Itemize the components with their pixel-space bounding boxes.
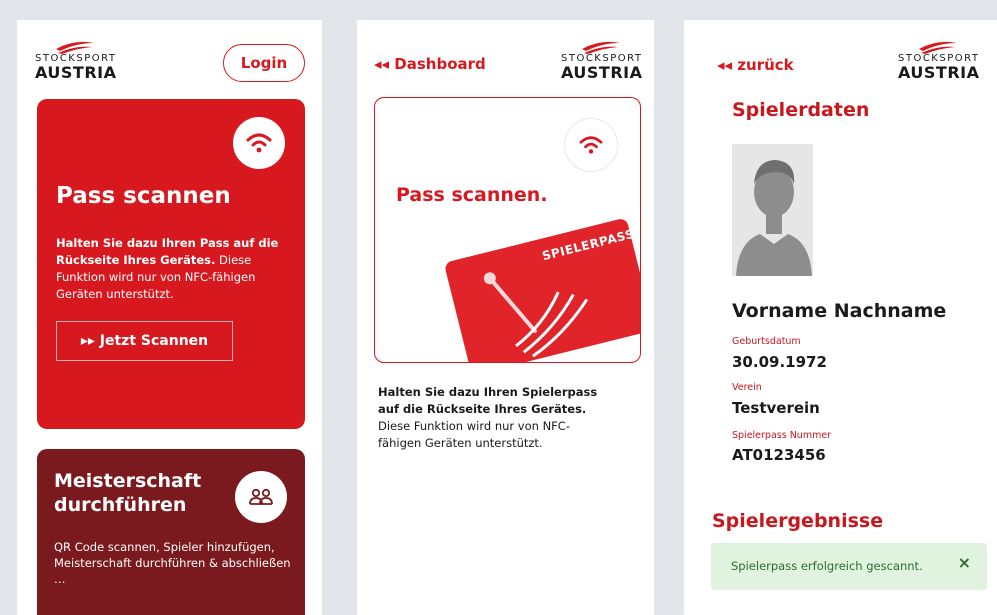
- phone-screen-player-data: ◂◂ zurück STOCKSPORT AUSTRIA Spielerdate…: [678, 0, 997, 615]
- login-button[interactable]: Login: [223, 44, 305, 82]
- back-to-dashboard-link[interactable]: ◂◂ Dashboard: [374, 55, 486, 73]
- back-link[interactable]: ◂◂ zurück: [717, 56, 794, 74]
- stocksport-logo: STOCKSPORT AUSTRIA: [561, 40, 643, 82]
- pass-number-label: Spielerpass Nummer: [732, 430, 832, 441]
- club-value: Testverein: [732, 399, 820, 417]
- logo-swoosh-icon: [56, 41, 94, 54]
- phone-screen-pass-scan: ◂◂ Dashboard STOCKSPORT AUSTRIA Pass sca…: [339, 0, 670, 615]
- player-name: Vorname Nachname: [732, 300, 947, 322]
- player-avatar: [732, 144, 813, 276]
- player-pass-card-icon: [445, 219, 640, 362]
- birthdate-value: 30.09.1972: [732, 353, 827, 371]
- logo-swoosh-icon: [919, 41, 957, 54]
- phone-screen-dashboard: STOCKSPORT AUSTRIA Login Pass scannen Ha…: [0, 0, 329, 615]
- logo-text-bottom: AUSTRIA: [898, 63, 980, 82]
- toast-message: Spielerpass erfolgreich gescannt.: [731, 559, 923, 573]
- birthdate-label: Geburtsdatum: [732, 336, 801, 347]
- championship-title: Meisterschaft durchführen: [54, 470, 202, 516]
- screen-player-data: ◂◂ zurück STOCKSPORT AUSTRIA Spielerdate…: [684, 20, 997, 615]
- championship-description: QR Code scannen, Spieler hinzufügen, Mei…: [54, 540, 291, 586]
- pass-scan-title: Pass scannen: [56, 183, 231, 209]
- avatar-silhouette-icon: [732, 144, 813, 276]
- start-scan-button[interactable]: ▸▸ Jetzt Scannen: [56, 321, 233, 361]
- pass-scan-description: Halten Sie dazu Ihren Pass auf die Rücks…: [56, 235, 288, 303]
- success-toast: Spielerpass erfolgreich gescannt. ×: [711, 543, 987, 590]
- stocksport-logo: STOCKSPORT AUSTRIA: [898, 40, 980, 82]
- pass-number-value: AT0123456: [732, 446, 826, 464]
- stocksport-logo: STOCKSPORT AUSTRIA: [35, 40, 117, 82]
- pass-scan-illustration-box: Pass scannen. SPIELERPASS: [374, 97, 641, 363]
- logo-text-bottom: AUSTRIA: [561, 63, 643, 82]
- toast-close-icon[interactable]: ×: [958, 553, 971, 572]
- pass-scan-desc-rest: Diese Funktion wird nur von NFC-fähigen …: [378, 419, 570, 450]
- pass-scan-desc-bold: Halten Sie dazu Ihren Spielerpass auf di…: [378, 385, 598, 416]
- championship-card[interactable]: Meisterschaft durchführen QR Code scanne…: [37, 449, 305, 615]
- pass-scan-card[interactable]: Pass scannen Halten Sie dazu Ihren Pass …: [37, 99, 305, 429]
- pass-scan-description: Halten Sie dazu Ihren Spielerpass auf di…: [378, 384, 610, 452]
- screen-pass-scan: ◂◂ Dashboard STOCKSPORT AUSTRIA Pass sca…: [357, 20, 654, 615]
- screen-dashboard: STOCKSPORT AUSTRIA Login Pass scannen Ha…: [17, 20, 322, 615]
- player-data-heading: Spielerdaten: [732, 99, 870, 121]
- player-results-heading: Spielergebnisse: [712, 510, 884, 532]
- nfc-wifi-icon: [233, 117, 285, 169]
- club-label: Verein: [732, 382, 762, 393]
- logo-swoosh-icon: [582, 41, 620, 54]
- logo-text-bottom: AUSTRIA: [35, 63, 117, 82]
- people-icon: [235, 471, 287, 523]
